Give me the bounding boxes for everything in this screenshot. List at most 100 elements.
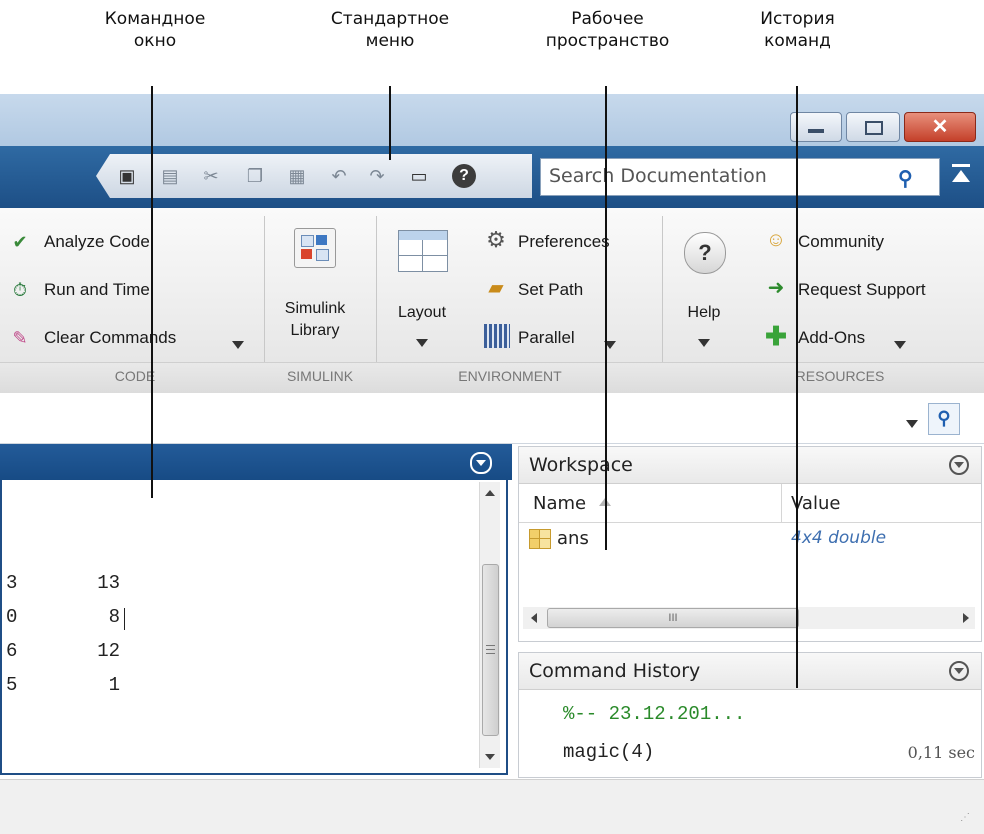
workspace-column-header: Name Value: [519, 484, 981, 523]
output-cell: 5: [6, 674, 18, 696]
text-cursor: [124, 608, 125, 630]
request-support-button[interactable]: Request Support: [798, 280, 926, 300]
help-chevron-icon[interactable]: [698, 334, 710, 352]
command-history-header: Command History: [519, 653, 981, 690]
output-cell: 8: [108, 606, 120, 628]
output-cell: 0: [6, 606, 18, 628]
command-history-panel[interactable]: Command History %-- 23.12.201... magic(4…: [518, 652, 982, 778]
search-input[interactable]: Search Documentation: [540, 158, 940, 196]
switch-windows-icon[interactable]: ▭: [408, 166, 430, 186]
folder-search-icon[interactable]: ⚲: [928, 403, 960, 435]
pointer-line-workspace: [605, 86, 607, 550]
save-icon[interactable]: ▤: [159, 166, 181, 186]
set-path-button[interactable]: Set Path: [518, 280, 583, 300]
command-history-title: Command History: [529, 660, 701, 682]
hscroll-thumb[interactable]: III: [547, 608, 799, 628]
ribbon: ✔ Analyze Code ⏱ Run and Time ✎ Clear Co…: [0, 208, 984, 393]
clear-commands-icon: ✎: [12, 328, 28, 348]
analyze-code-icon: ✔: [12, 232, 28, 252]
request-support-icon: ➜: [767, 277, 785, 299]
scrollbar-thumb[interactable]: [482, 564, 499, 736]
layout-chevron-icon[interactable]: [416, 334, 428, 352]
history-session-header[interactable]: %-- 23.12.201...: [563, 703, 745, 725]
workspace-panel[interactable]: Workspace Name Value ans 4x4 double III: [518, 446, 982, 642]
command-window-header: [0, 444, 512, 480]
scroll-right-icon[interactable]: [963, 613, 969, 623]
group-label-environment: ENVIRONMENT: [458, 368, 562, 384]
simulink-library-button-line2[interactable]: Library: [270, 322, 360, 340]
analyze-code-button[interactable]: Analyze Code: [44, 232, 150, 252]
help-icon[interactable]: ?: [452, 164, 476, 188]
output-cell: 3: [6, 572, 18, 594]
history-command[interactable]: magic(4): [563, 741, 654, 763]
scroll-down-icon[interactable]: [485, 754, 495, 760]
output-cell: 6: [6, 640, 18, 662]
parallel-button[interactable]: Parallel: [518, 328, 575, 348]
run-and-time-button[interactable]: Run and Time: [44, 280, 150, 300]
output-cell: 12: [97, 640, 120, 662]
history-time: 0,11 sec: [907, 743, 975, 762]
panel-menu-icon[interactable]: [470, 452, 492, 474]
redo-icon[interactable]: ↷: [366, 166, 388, 186]
add-ons-chevron-icon[interactable]: [894, 336, 906, 354]
column-value[interactable]: Value: [791, 493, 840, 514]
help-button[interactable]: Help: [674, 304, 734, 322]
folder-dropdown-icon[interactable]: [906, 415, 918, 433]
output-cell: 1: [108, 674, 120, 696]
cut-icon[interactable]: ✂: [200, 166, 222, 186]
chevron-down-icon[interactable]: [232, 336, 244, 354]
variable-name: ans: [557, 528, 589, 549]
annotation-command-history: История команд: [760, 9, 835, 51]
resize-grip-icon[interactable]: ⋰: [960, 812, 971, 823]
simulink-library-icon: [294, 228, 336, 268]
parallel-icon: [484, 324, 510, 348]
copy-icon[interactable]: ❐: [244, 166, 266, 186]
pointer-line-command-history: [796, 86, 798, 688]
workspace-header: Workspace: [519, 447, 981, 484]
simulink-library-button[interactable]: Simulink: [270, 300, 360, 318]
add-ons-icon: ✚: [765, 321, 787, 351]
current-folder-bar[interactable]: ⚲: [0, 393, 984, 444]
group-label-simulink: SIMULINK: [286, 368, 354, 384]
search-icon[interactable]: ⚲: [898, 166, 913, 191]
quick-access-toolbar: ▣ ▤ ✂ ❐ ▦ ↶ ↷ ▭ ?: [96, 154, 532, 198]
status-bar: ⋰: [0, 779, 984, 834]
undo-icon[interactable]: ↶: [328, 166, 350, 186]
add-ons-button[interactable]: Add-Ons: [798, 328, 865, 348]
run-and-time-icon: ⏱: [12, 280, 28, 300]
scroll-up-icon[interactable]: [485, 490, 495, 496]
pointer-line-standard-menu: [389, 86, 391, 160]
collapse-toolstrip-icon[interactable]: [950, 162, 972, 188]
layout-icon: [398, 230, 448, 272]
command-window[interactable]: 3 13 0 8 6 12 5 1: [0, 444, 512, 779]
paste-icon[interactable]: ▦: [286, 166, 308, 186]
output-cell: 13: [97, 572, 120, 594]
variable-value: 4x4 double: [791, 528, 887, 548]
annotation-standard-menu: Стандартное меню: [330, 9, 450, 51]
workspace-title: Workspace: [529, 454, 633, 476]
community-button[interactable]: Community: [798, 232, 884, 252]
gear-icon: ⚙: [486, 227, 506, 252]
scroll-left-icon[interactable]: [531, 613, 537, 623]
group-label-code: CODE: [114, 368, 156, 384]
command-history-menu-icon[interactable]: [949, 661, 969, 681]
group-label-resources: RESOURCES: [795, 368, 885, 384]
pointer-line-command-window: [151, 86, 153, 498]
command-window-scrollbar[interactable]: [479, 482, 500, 768]
table-row[interactable]: ans 4x4 double: [519, 523, 981, 557]
help-large-icon: ?: [684, 232, 726, 274]
layout-button[interactable]: Layout: [390, 304, 454, 322]
workspace-menu-icon[interactable]: [949, 455, 969, 475]
workspace-hscrollbar[interactable]: III: [523, 607, 975, 629]
close-icon[interactable]: ✕: [904, 112, 976, 142]
preferences-button[interactable]: Preferences: [518, 232, 610, 252]
clear-commands-button[interactable]: Clear Commands: [44, 328, 176, 348]
folder-icon: ▰: [488, 277, 504, 299]
new-icon[interactable]: ▣: [116, 166, 138, 186]
column-name[interactable]: Name: [533, 493, 586, 514]
community-icon: ☺: [765, 229, 787, 251]
matrix-icon: [529, 529, 551, 549]
annotation-command-window: Командное окно: [104, 9, 206, 51]
command-window-body[interactable]: 3 13 0 8 6 12 5 1: [0, 480, 508, 775]
maximize-icon[interactable]: [846, 112, 900, 142]
